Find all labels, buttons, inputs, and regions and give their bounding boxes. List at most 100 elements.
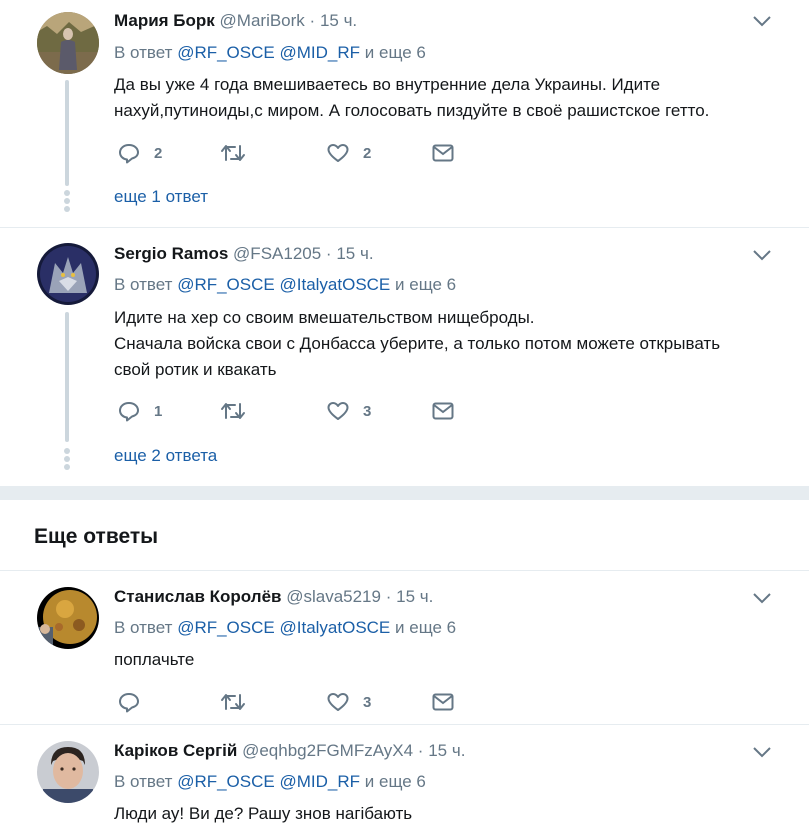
avatar[interactable] <box>37 741 99 803</box>
mention-link[interactable]: @RF_OSCE <box>177 772 275 791</box>
avatar[interactable] <box>37 12 99 74</box>
thread-line <box>65 312 69 442</box>
chevron-down-icon[interactable] <box>752 591 772 605</box>
author-name[interactable]: Sergio Ramos <box>114 244 228 263</box>
reply-context: В ответ @RF_OSCE @ItalyatOSCE и еще 6 <box>114 275 456 295</box>
retweet-icon <box>221 145 245 161</box>
tweet[interactable]: Мария Борк @MariBork · 15 ч. В ответ @RF… <box>0 0 809 227</box>
reply-suffix[interactable]: и еще 6 <box>365 43 426 62</box>
more-replies-link[interactable]: еще 2 ответа <box>114 446 217 466</box>
thread-line <box>65 80 69 186</box>
avatar[interactable] <box>37 587 99 649</box>
like-button[interactable]: 3 <box>327 688 371 716</box>
tweet-actions: 3 <box>114 688 474 716</box>
chevron-down-icon[interactable] <box>752 14 772 28</box>
author-handle[interactable]: @FSA1205 <box>233 244 321 263</box>
timestamp[interactable]: 15 ч. <box>428 741 465 760</box>
dm-button[interactable] <box>432 397 454 425</box>
chevron-down-icon[interactable] <box>752 248 772 262</box>
reply-suffix[interactable]: и еще 6 <box>365 772 426 791</box>
reply-prefix: В ответ <box>114 275 173 294</box>
separator: · <box>417 741 424 760</box>
more-replies-link[interactable]: еще 1 ответ <box>114 187 208 207</box>
chevron-down-icon[interactable] <box>752 745 772 759</box>
tweet[interactable]: Sergio Ramos @FSA1205 · 15 ч. В ответ @R… <box>0 228 809 486</box>
tweet-header: Sergio Ramos @FSA1205 · 15 ч. <box>114 244 374 264</box>
retweet-icon <box>221 694 245 710</box>
reply-icon <box>119 144 139 164</box>
heart-icon <box>327 402 349 420</box>
dm-button[interactable] <box>432 139 454 167</box>
tweet-text-line: нахуй,путиноиды,с миром. А голосовать пи… <box>114 101 710 120</box>
section-title: Еще ответы <box>34 525 159 548</box>
tweet-header: Каріков Сергій @eqhbg2FGMFzAyX4 · 15 ч. <box>114 741 465 761</box>
author-handle[interactable]: @MariBork <box>220 11 305 30</box>
envelope-icon <box>432 144 454 162</box>
reply-count: 1 <box>154 402 163 420</box>
reply-icon <box>119 402 139 422</box>
author-name[interactable]: Мария Борк <box>114 11 215 30</box>
heart-icon <box>327 144 349 162</box>
like-count: 2 <box>363 144 372 162</box>
reply-button[interactable]: 1 <box>118 397 162 425</box>
mention-link[interactable]: @MID_RF <box>279 43 360 62</box>
reply-suffix[interactable]: и еще 6 <box>395 275 456 294</box>
tweet-text-line: свой ротик и квакать <box>114 360 277 379</box>
envelope-icon <box>432 402 454 420</box>
tweet-actions: 1 3 <box>114 397 474 425</box>
tweet-text: Да вы уже 4 года вмешиваетесь во внутрен… <box>114 72 784 124</box>
dm-button[interactable] <box>432 688 454 716</box>
reply-icon <box>119 693 139 713</box>
reply-prefix: В ответ <box>114 43 173 62</box>
retweet-button[interactable] <box>220 688 246 716</box>
thread-dots <box>64 448 70 472</box>
heart-icon <box>327 693 349 711</box>
reply-context: В ответ @RF_OSCE @ItalyatOSCE и еще 6 <box>114 618 456 638</box>
tweet-text: Идите на хер со своим вмешательством нищ… <box>114 305 784 383</box>
mention-link[interactable]: @RF_OSCE <box>177 43 275 62</box>
reply-prefix: В ответ <box>114 772 173 791</box>
retweet-icon <box>221 403 245 419</box>
author-name[interactable]: Станислав Королёв <box>114 587 281 606</box>
avatar[interactable] <box>37 243 99 305</box>
thread-dots <box>64 190 70 214</box>
separator: · <box>325 244 332 263</box>
reply-context: В ответ @RF_OSCE @MID_RF и еще 6 <box>114 772 426 792</box>
author-handle[interactable]: @slava5219 <box>286 587 381 606</box>
tweet-text-line: Идите на хер со своим вмешательством нищ… <box>114 308 535 327</box>
reply-suffix[interactable]: и еще 6 <box>395 618 456 637</box>
tweet-actions: 2 2 <box>114 139 474 167</box>
timestamp[interactable]: 15 ч. <box>320 11 357 30</box>
tweet[interactable]: Каріков Сергій @eqhbg2FGMFzAyX4 · 15 ч. … <box>0 725 809 835</box>
mention-link[interactable]: @ItalyatOSCE <box>279 618 390 637</box>
section-gap <box>0 486 809 500</box>
like-button[interactable]: 3 <box>327 397 371 425</box>
author-name[interactable]: Каріков Сергій <box>114 741 237 760</box>
retweet-button[interactable] <box>220 397 246 425</box>
tweet[interactable]: Станислав Королёв @slava5219 · 15 ч. В о… <box>0 571 809 723</box>
tweet-text-line: Сначала войска свои с Донбасса уберите, … <box>114 334 721 353</box>
tweet-header: Станислав Королёв @slava5219 · 15 ч. <box>114 587 433 607</box>
mention-link[interactable]: @MID_RF <box>279 772 360 791</box>
mention-link[interactable]: @RF_OSCE <box>177 618 275 637</box>
author-handle[interactable]: @eqhbg2FGMFzAyX4 <box>242 741 413 760</box>
envelope-icon <box>432 693 454 711</box>
tweet-header: Мария Борк @MariBork · 15 ч. <box>114 11 357 31</box>
timestamp[interactable]: 15 ч. <box>336 244 373 263</box>
separator: · <box>309 11 316 30</box>
retweet-button[interactable] <box>220 139 246 167</box>
separator: · <box>385 587 392 606</box>
like-count: 3 <box>363 693 372 711</box>
tweet-text-line: поплачьте <box>114 650 195 669</box>
reply-context: В ответ @RF_OSCE @MID_RF и еще 6 <box>114 43 426 63</box>
like-count: 3 <box>363 402 372 420</box>
tweet-text: Люди ау! Ви де? Рашу знов нагібають <box>114 801 784 827</box>
mention-link[interactable]: @ItalyatOSCE <box>279 275 390 294</box>
like-button[interactable]: 2 <box>327 139 371 167</box>
timestamp[interactable]: 15 ч. <box>396 587 433 606</box>
reply-button[interactable]: 2 <box>118 139 162 167</box>
tweet-text-line: Люди ау! Ви де? Рашу знов нагібають <box>114 804 413 823</box>
reply-button[interactable] <box>118 688 140 716</box>
reply-count: 2 <box>154 144 163 162</box>
mention-link[interactable]: @RF_OSCE <box>177 275 275 294</box>
